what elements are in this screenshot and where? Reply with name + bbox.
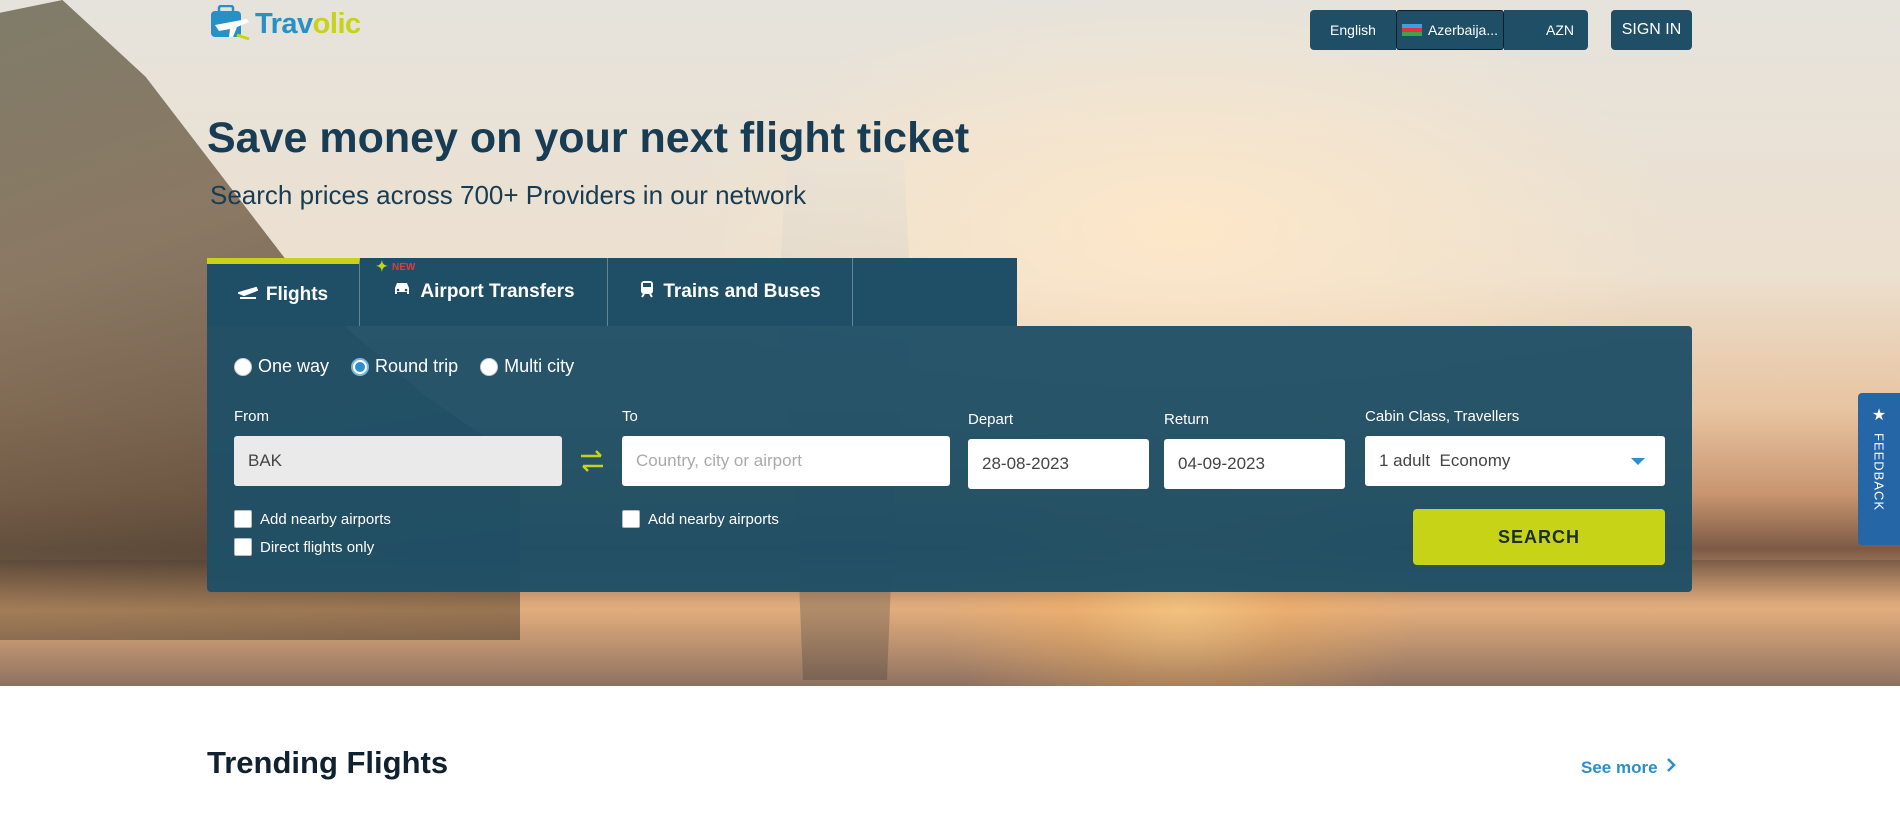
- return-date-field[interactable]: 04-09-2023: [1164, 439, 1345, 489]
- chevron-down-icon: [1631, 458, 1645, 465]
- language-label: English: [1330, 22, 1376, 38]
- logo-text: Travolic: [255, 7, 361, 40]
- see-more-label: See more: [1581, 757, 1658, 777]
- radio-label: One way: [258, 356, 330, 376]
- return-label: Return: [1164, 411, 1210, 428]
- azerbaijan-flag-icon: [1401, 23, 1422, 37]
- sign-in-button[interactable]: SIGN IN: [1611, 10, 1692, 50]
- sparkle-icon: ✦: [376, 258, 388, 274]
- checkbox-label: Direct flights only: [260, 538, 375, 556]
- plane-icon: [235, 284, 259, 306]
- radio-round-trip[interactable]: Round trip: [351, 356, 458, 377]
- radio-button[interactable]: [234, 357, 252, 376]
- depart-label: Depart: [968, 411, 1014, 428]
- radio-one-way[interactable]: One way: [234, 356, 329, 377]
- locale-selector: English Azerbaija... AZN: [1310, 10, 1588, 50]
- swap-icon[interactable]: [577, 446, 607, 476]
- trending-flights-heading: Trending Flights: [207, 745, 449, 780]
- to-field[interactable]: [622, 436, 950, 486]
- from-field[interactable]: BAK: [234, 436, 562, 486]
- see-more-link[interactable]: See more: [1581, 757, 1676, 778]
- tab-trains-and-buses-label: Trains and Buses: [663, 281, 821, 302]
- car-icon: [392, 281, 412, 303]
- search-tabs: Flights ✦ NEW Airport Transfers Trains a…: [207, 258, 1017, 326]
- tab-trains-and-buses[interactable]: Trains and Buses: [608, 258, 853, 326]
- checkbox-label: Add nearby airports: [260, 510, 391, 528]
- from-label: From: [234, 408, 269, 425]
- language-selector[interactable]: English: [1310, 10, 1396, 50]
- radio-button-selected[interactable]: [351, 357, 370, 376]
- cabin-travellers-select[interactable]: 1 adult Economy: [1365, 436, 1665, 486]
- suitcase-plane-icon: [207, 4, 251, 43]
- checkbox[interactable]: [622, 510, 640, 528]
- search-button[interactable]: SEARCH: [1413, 509, 1665, 565]
- country-selector[interactable]: Azerbaija...: [1396, 10, 1504, 50]
- radio-label: Multi city: [504, 356, 575, 376]
- page-subtitle: Search prices across 700+ Providers in o…: [210, 180, 807, 210]
- chevron-right-icon: [1666, 757, 1676, 778]
- checkbox[interactable]: [234, 510, 252, 528]
- direct-flights-checkbox[interactable]: Direct flights only: [234, 538, 374, 556]
- currency-selector[interactable]: AZN: [1504, 10, 1588, 50]
- tab-airport-transfers-label: Airport Transfers: [420, 281, 575, 302]
- tab-flights-label: Flights: [265, 284, 329, 305]
- radio-label: Round trip: [375, 356, 459, 376]
- flight-search-panel: One way Round trip Multi city From BAK T…: [207, 326, 1692, 592]
- train-icon: [639, 280, 655, 304]
- depart-date-field[interactable]: 28-08-2023: [968, 439, 1149, 489]
- star-icon: ★: [1871, 407, 1887, 424]
- country-label: Azerbaija...: [1427, 22, 1499, 38]
- checkbox[interactable]: [234, 538, 252, 556]
- tab-flights[interactable]: Flights: [207, 258, 360, 326]
- checkbox-label: Add nearby airports: [648, 510, 779, 528]
- trip-type-selector: One way Round trip Multi city: [234, 356, 574, 377]
- cabin-travellers-label: Cabin Class, Travellers: [1365, 408, 1520, 425]
- currency-label: AZN: [1546, 22, 1574, 38]
- to-nearby-airports-checkbox[interactable]: Add nearby airports: [622, 510, 779, 528]
- feedback-tab[interactable]: ★ FEEDBACK: [1858, 393, 1900, 545]
- cabin-travellers-value: 1 adult Economy: [1379, 451, 1511, 470]
- radio-multi-city[interactable]: Multi city: [480, 356, 574, 377]
- to-label: To: [622, 408, 638, 425]
- radio-button[interactable]: [480, 357, 499, 376]
- logo[interactable]: Travolic: [207, 4, 361, 43]
- from-nearby-airports-checkbox[interactable]: Add nearby airports: [234, 510, 391, 528]
- tab-airport-transfers[interactable]: ✦ NEW Airport Transfers: [360, 258, 608, 326]
- page-title: Save money on your next flight ticket: [207, 114, 970, 162]
- feedback-label: FEEDBACK: [1871, 433, 1887, 512]
- new-badge: NEW: [392, 262, 416, 273]
